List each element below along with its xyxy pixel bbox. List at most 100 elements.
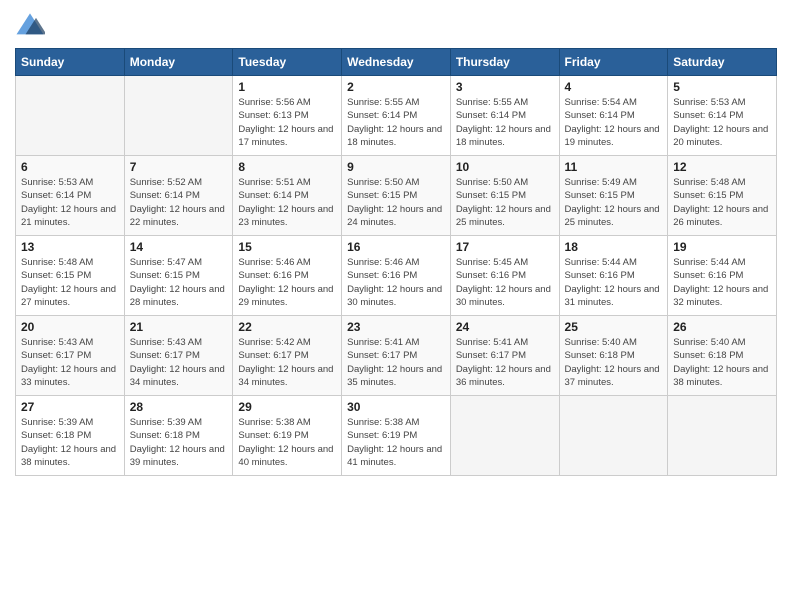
calendar-cell: 3 Sunrise: 5:55 AMSunset: 6:14 PMDaylight… [450, 76, 559, 156]
day-number: 3 [456, 80, 554, 94]
calendar-cell: 2 Sunrise: 5:55 AMSunset: 6:14 PMDaylight… [342, 76, 451, 156]
calendar-cell: 18 Sunrise: 5:44 AMSunset: 6:16 PMDayligh… [559, 236, 668, 316]
calendar-cell [668, 396, 777, 476]
day-info: Sunrise: 5:53 AMSunset: 6:14 PMDaylight:… [21, 176, 119, 229]
day-info: Sunrise: 5:50 AMSunset: 6:15 PMDaylight:… [456, 176, 554, 229]
calendar-cell: 26 Sunrise: 5:40 AMSunset: 6:18 PMDayligh… [668, 316, 777, 396]
day-number: 29 [238, 400, 336, 414]
calendar-cell: 29 Sunrise: 5:38 AMSunset: 6:19 PMDayligh… [233, 396, 342, 476]
calendar-cell: 13Sunrise: 5:48 AMSunset: 6:15 PMDayligh… [16, 236, 125, 316]
day-number: 27 [21, 400, 119, 414]
calendar-cell: 7Sunrise: 5:52 AMSunset: 6:14 PMDaylight… [124, 156, 233, 236]
day-info: Sunrise: 5:40 AMSunset: 6:18 PMDaylight:… [673, 336, 771, 389]
day-info: Sunrise: 5:54 AMSunset: 6:14 PMDaylight:… [565, 96, 663, 149]
day-header-sunday: Sunday [16, 49, 125, 76]
day-number: 15 [238, 240, 336, 254]
calendar-cell [559, 396, 668, 476]
day-info: Sunrise: 5:47 AMSunset: 6:15 PMDaylight:… [130, 256, 228, 309]
day-info: Sunrise: 5:42 AMSunset: 6:17 PMDaylight:… [238, 336, 336, 389]
calendar-cell [16, 76, 125, 156]
day-info: Sunrise: 5:40 AMSunset: 6:18 PMDaylight:… [565, 336, 663, 389]
day-info: Sunrise: 5:52 AMSunset: 6:14 PMDaylight:… [130, 176, 228, 229]
day-info: Sunrise: 5:49 AMSunset: 6:15 PMDaylight:… [565, 176, 663, 229]
day-number: 20 [21, 320, 119, 334]
day-info: Sunrise: 5:53 AMSunset: 6:14 PMDaylight:… [673, 96, 771, 149]
calendar-cell: 28 Sunrise: 5:39 AMSunset: 6:18 PMDayligh… [124, 396, 233, 476]
day-number: 25 [565, 320, 663, 334]
day-header-tuesday: Tuesday [233, 49, 342, 76]
calendar: SundayMondayTuesdayWednesdayThursdayFrid… [15, 48, 777, 476]
calendar-week-1: 1 Sunrise: 5:56 AMSunset: 6:13 PMDaylight… [16, 76, 777, 156]
day-number: 10 [456, 160, 554, 174]
day-number: 19 [673, 240, 771, 254]
day-info: Sunrise: 5:39 AMSunset: 6:18 PMDaylight:… [130, 416, 228, 469]
day-number: 12 [673, 160, 771, 174]
calendar-cell: 27 Sunrise: 5:39 AMSunset: 6:18 PMDayligh… [16, 396, 125, 476]
calendar-week-3: 13Sunrise: 5:48 AMSunset: 6:15 PMDayligh… [16, 236, 777, 316]
calendar-cell: 15 Sunrise: 5:46 AMSunset: 6:16 PMDayligh… [233, 236, 342, 316]
day-number: 18 [565, 240, 663, 254]
calendar-cell: 10 Sunrise: 5:50 AMSunset: 6:15 PMDayligh… [450, 156, 559, 236]
day-info: Sunrise: 5:41 AMSunset: 6:17 PMDaylight:… [456, 336, 554, 389]
day-number: 23 [347, 320, 445, 334]
calendar-cell: 17Sunrise: 5:45 AMSunset: 6:16 PMDayligh… [450, 236, 559, 316]
logo-icon [15, 10, 45, 40]
day-info: Sunrise: 5:55 AMSunset: 6:14 PMDaylight:… [456, 96, 554, 149]
day-number: 6 [21, 160, 119, 174]
calendar-cell [450, 396, 559, 476]
day-info: Sunrise: 5:48 AMSunset: 6:15 PMDaylight:… [21, 256, 119, 309]
calendar-cell: 6 Sunrise: 5:53 AMSunset: 6:14 PMDaylight… [16, 156, 125, 236]
calendar-cell: 1 Sunrise: 5:56 AMSunset: 6:13 PMDaylight… [233, 76, 342, 156]
header [15, 10, 777, 40]
logo [15, 10, 49, 40]
calendar-cell: 25 Sunrise: 5:40 AMSunset: 6:18 PMDayligh… [559, 316, 668, 396]
day-info: Sunrise: 5:43 AMSunset: 6:17 PMDaylight:… [130, 336, 228, 389]
calendar-cell: 14 Sunrise: 5:47 AMSunset: 6:15 PMDayligh… [124, 236, 233, 316]
calendar-cell: 4 Sunrise: 5:54 AMSunset: 6:14 PMDaylight… [559, 76, 668, 156]
day-info: Sunrise: 5:38 AMSunset: 6:19 PMDaylight:… [347, 416, 445, 469]
calendar-cell: 12Sunrise: 5:48 AMSunset: 6:15 PMDayligh… [668, 156, 777, 236]
calendar-cell: 24 Sunrise: 5:41 AMSunset: 6:17 PMDayligh… [450, 316, 559, 396]
day-header-monday: Monday [124, 49, 233, 76]
day-header-friday: Friday [559, 49, 668, 76]
day-info: Sunrise: 5:44 AMSunset: 6:16 PMDaylight:… [565, 256, 663, 309]
day-header-wednesday: Wednesday [342, 49, 451, 76]
day-number: 22 [238, 320, 336, 334]
day-info: Sunrise: 5:51 AMSunset: 6:14 PMDaylight:… [238, 176, 336, 229]
day-number: 5 [673, 80, 771, 94]
day-number: 11 [565, 160, 663, 174]
calendar-cell: 20Sunrise: 5:43 AMSunset: 6:17 PMDayligh… [16, 316, 125, 396]
day-number: 14 [130, 240, 228, 254]
day-info: Sunrise: 5:46 AMSunset: 6:16 PMDaylight:… [347, 256, 445, 309]
day-number: 24 [456, 320, 554, 334]
day-info: Sunrise: 5:38 AMSunset: 6:19 PMDaylight:… [238, 416, 336, 469]
calendar-week-5: 27 Sunrise: 5:39 AMSunset: 6:18 PMDayligh… [16, 396, 777, 476]
day-number: 28 [130, 400, 228, 414]
day-number: 2 [347, 80, 445, 94]
day-number: 16 [347, 240, 445, 254]
day-number: 26 [673, 320, 771, 334]
calendar-header-row: SundayMondayTuesdayWednesdayThursdayFrid… [16, 49, 777, 76]
day-info: Sunrise: 5:44 AMSunset: 6:16 PMDaylight:… [673, 256, 771, 309]
calendar-cell [124, 76, 233, 156]
day-header-thursday: Thursday [450, 49, 559, 76]
day-number: 1 [238, 80, 336, 94]
day-number: 4 [565, 80, 663, 94]
day-number: 8 [238, 160, 336, 174]
day-info: Sunrise: 5:56 AMSunset: 6:13 PMDaylight:… [238, 96, 336, 149]
day-number: 30 [347, 400, 445, 414]
day-info: Sunrise: 5:55 AMSunset: 6:14 PMDaylight:… [347, 96, 445, 149]
day-number: 17 [456, 240, 554, 254]
calendar-cell: 9Sunrise: 5:50 AMSunset: 6:15 PMDaylight… [342, 156, 451, 236]
calendar-cell: 16 Sunrise: 5:46 AMSunset: 6:16 PMDayligh… [342, 236, 451, 316]
calendar-cell: 5 Sunrise: 5:53 AMSunset: 6:14 PMDaylight… [668, 76, 777, 156]
calendar-cell: 19 Sunrise: 5:44 AMSunset: 6:16 PMDayligh… [668, 236, 777, 316]
day-info: Sunrise: 5:39 AMSunset: 6:18 PMDaylight:… [21, 416, 119, 469]
day-info: Sunrise: 5:46 AMSunset: 6:16 PMDaylight:… [238, 256, 336, 309]
day-info: Sunrise: 5:41 AMSunset: 6:17 PMDaylight:… [347, 336, 445, 389]
calendar-week-4: 20 Sunrise: 5:43 AMSunset: 6:17 PMDayligh… [16, 316, 777, 396]
calendar-cell: 23 Sunrise: 5:41 AMSunset: 6:17 PMDayligh… [342, 316, 451, 396]
calendar-cell: 30 Sunrise: 5:38 AMSunset: 6:19 PMDayligh… [342, 396, 451, 476]
calendar-cell: 11 Sunrise: 5:49 AMSunset: 6:15 PMDayligh… [559, 156, 668, 236]
day-header-saturday: Saturday [668, 49, 777, 76]
